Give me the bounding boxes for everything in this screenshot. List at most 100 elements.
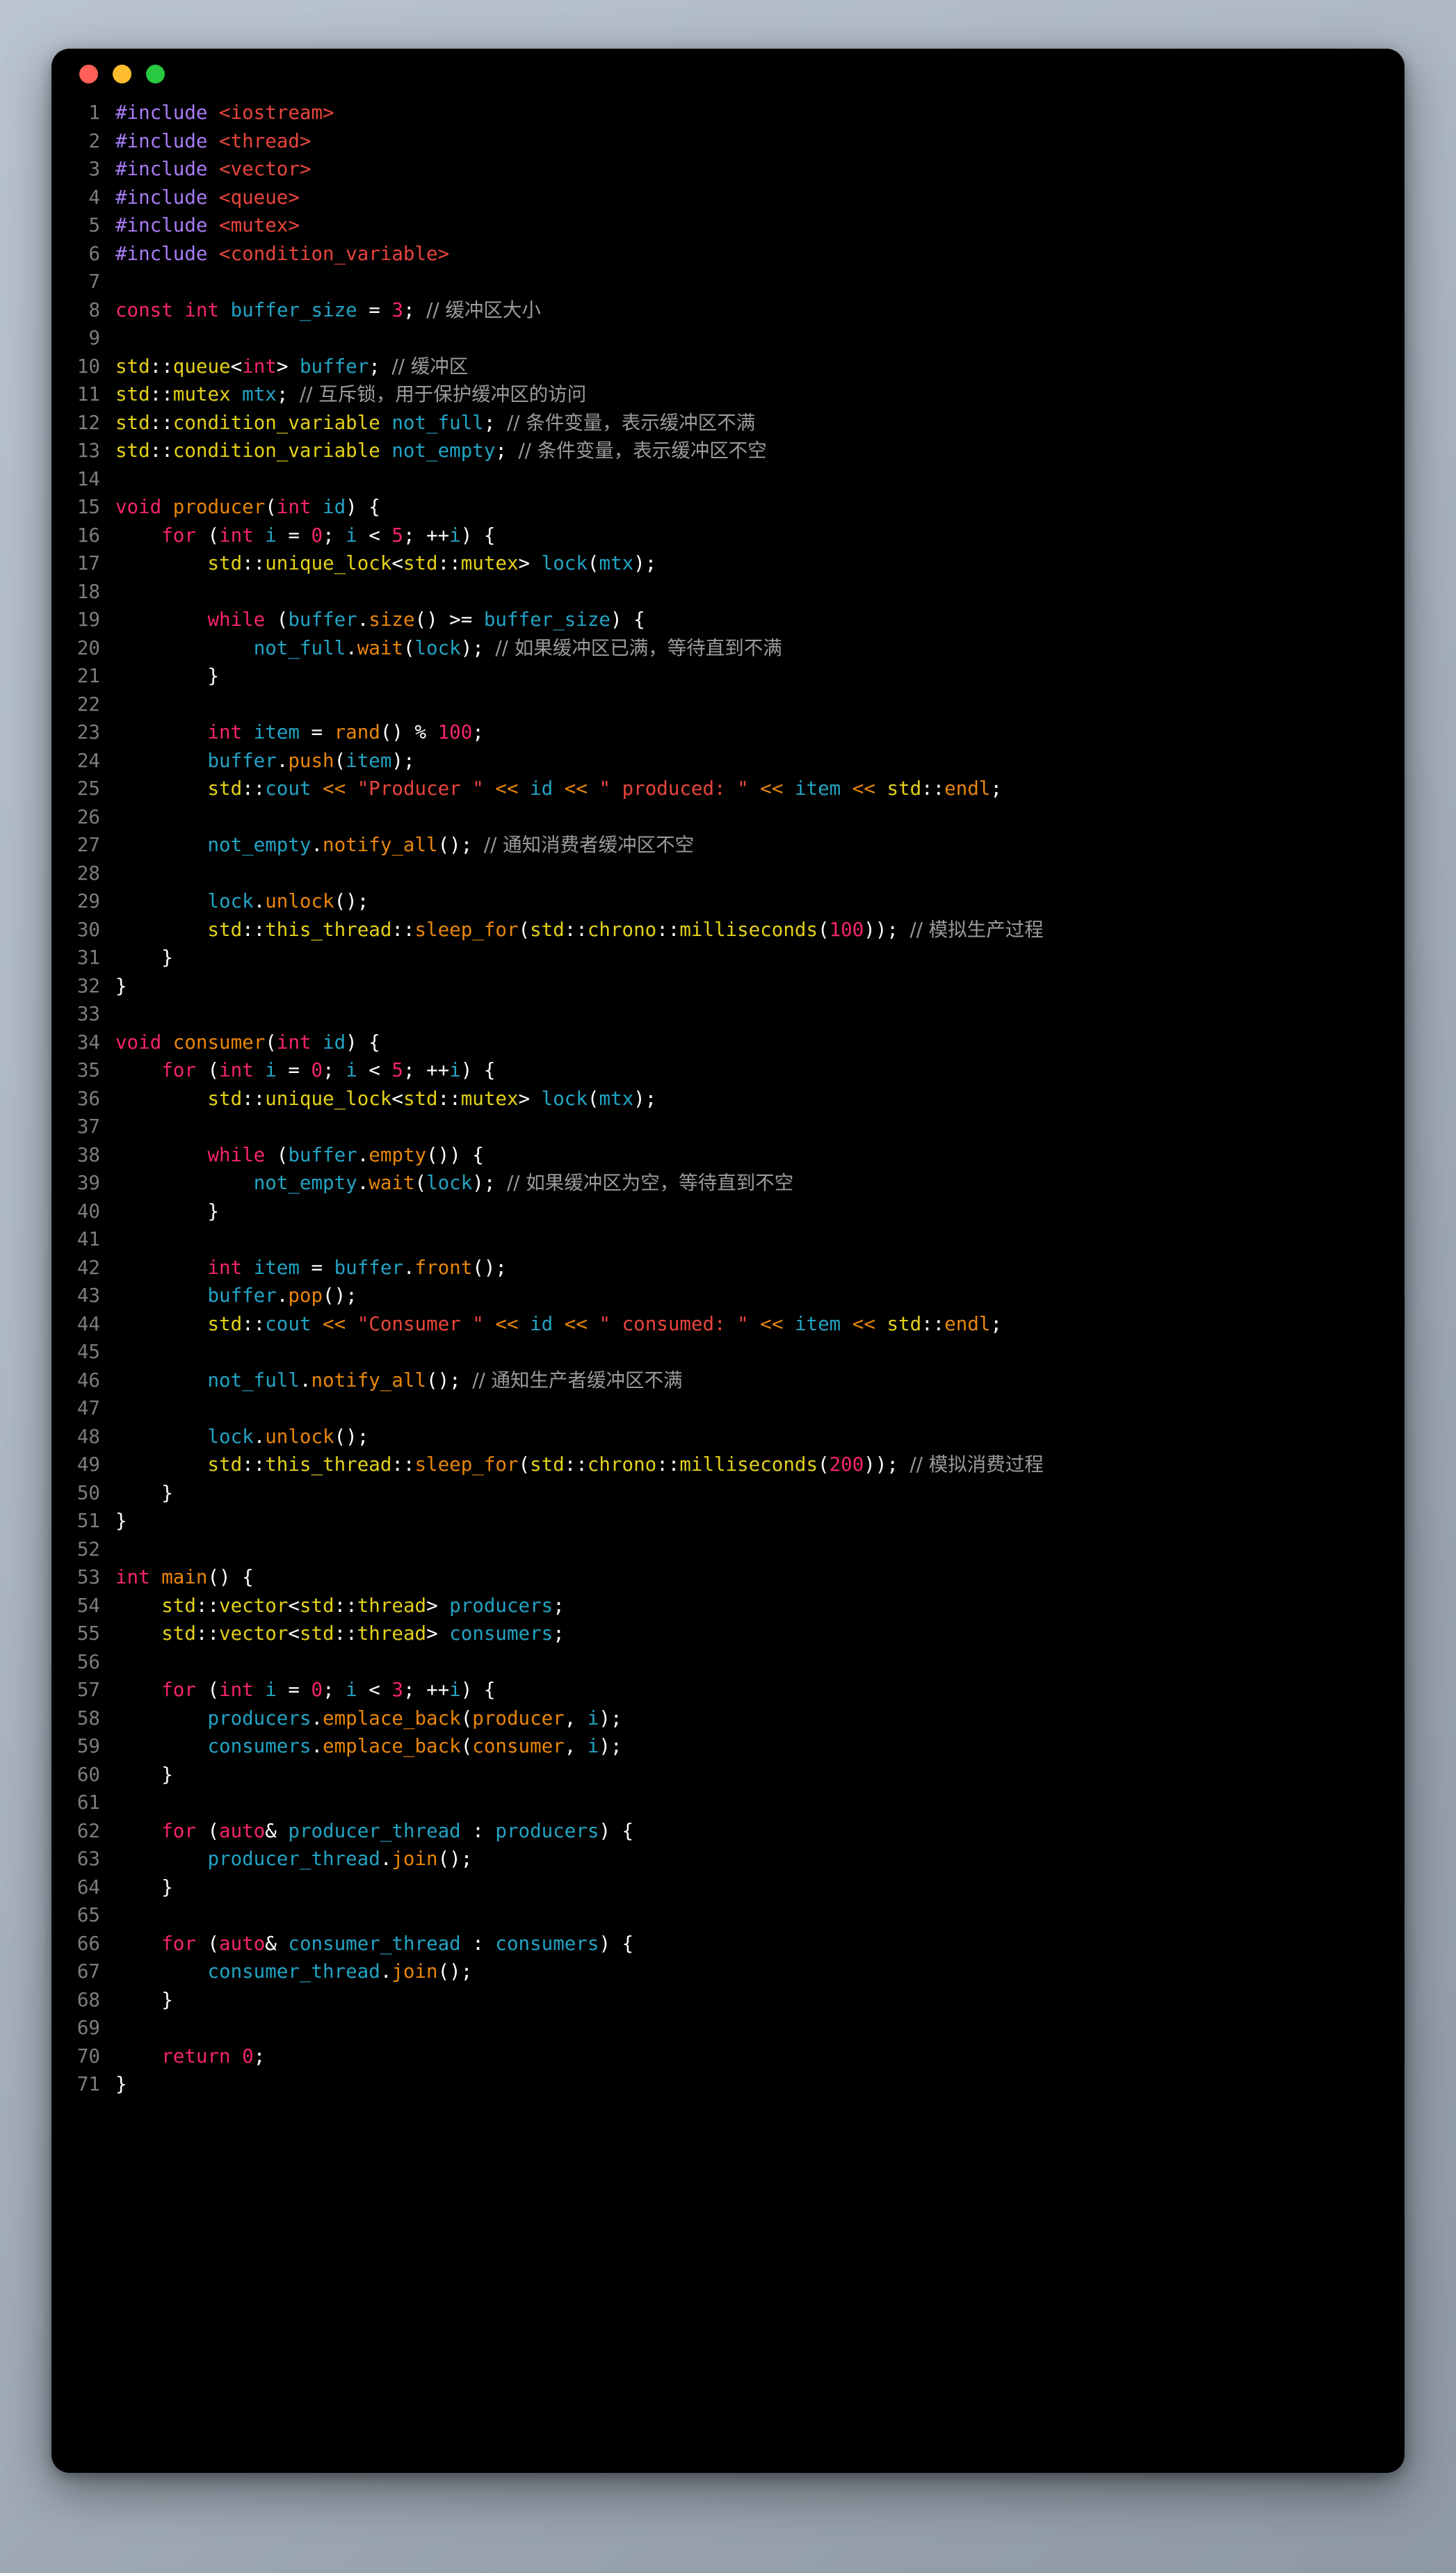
token: ) {: [346, 496, 380, 518]
code-line[interactable]: 52: [51, 1535, 1405, 1564]
code-line[interactable]: 53 int main() {: [51, 1563, 1405, 1592]
token: ;: [495, 439, 507, 462]
code-line[interactable]: 34 void consumer(int id) {: [51, 1029, 1405, 1057]
code-line[interactable]: 10 std::queue<int> buffer; // 缓冲区: [51, 353, 1405, 381]
token: (: [265, 608, 289, 631]
code-line[interactable]: 11 std::mutex mtx; // 互斥锁，用于保护缓冲区的访问: [51, 380, 1405, 409]
code-line[interactable]: 22: [51, 691, 1405, 719]
token: ();: [426, 1369, 461, 1392]
code-line[interactable]: 14: [51, 465, 1405, 494]
line-number: 22: [76, 693, 100, 716]
code-line[interactable]: 13 std::condition_variable not_empty; // …: [51, 437, 1405, 465]
code-line[interactable]: 36 std::unique_lock<std::mutex> lock(mtx…: [51, 1085, 1405, 1113]
code-line[interactable]: 16 for (int i = 0; i < 5; ++i) {: [51, 522, 1405, 550]
code-line[interactable]: 15 void producer(int id) {: [51, 493, 1405, 522]
token: queue: [172, 355, 231, 378]
code-line[interactable]: 43 buffer.pop();: [51, 1282, 1405, 1310]
token: buffer_size: [483, 608, 610, 631]
code-line[interactable]: 47: [51, 1394, 1405, 1423]
code-line[interactable]: 70 return 0;: [51, 2042, 1405, 2071]
token: >: [518, 1087, 542, 1110]
code-line[interactable]: 57 for (int i = 0; i < 3; ++i) {: [51, 1676, 1405, 1704]
code-line[interactable]: 33: [51, 1000, 1405, 1029]
code-line[interactable]: 26: [51, 803, 1405, 832]
minimize-button[interactable]: [113, 64, 131, 83]
code-line[interactable]: 17 std::unique_lock<std::mutex> lock(mtx…: [51, 549, 1405, 578]
code-line[interactable]: 64 }: [51, 1873, 1405, 1902]
code-line[interactable]: 21 }: [51, 662, 1405, 691]
code-line[interactable]: 69: [51, 2014, 1405, 2042]
code-line[interactable]: 48 lock.unlock();: [51, 1423, 1405, 1451]
token: lock: [541, 552, 588, 574]
code-line[interactable]: 60 }: [51, 1761, 1405, 1789]
code-line[interactable]: 50 }: [51, 1479, 1405, 1508]
code-line[interactable]: 5 #include <mutex>: [51, 211, 1405, 240]
code-line[interactable]: 23 int item = rand() % 100;: [51, 718, 1405, 747]
code-line[interactable]: 2 #include <thread>: [51, 127, 1405, 156]
code-line[interactable]: 66 for (auto& consumer_thread : consumer…: [51, 1930, 1405, 1958]
code-line[interactable]: 29 lock.unlock();: [51, 887, 1405, 916]
code-line[interactable]: 42 int item = buffer.front();: [51, 1254, 1405, 1282]
code-line[interactable]: 49 std::this_thread::sleep_for(std::chro…: [51, 1451, 1405, 1479]
maximize-button[interactable]: [146, 64, 165, 83]
code-line[interactable]: 31 }: [51, 944, 1405, 972]
code-line[interactable]: 38 while (buffer.empty()) {: [51, 1141, 1405, 1170]
code-line[interactable]: 12 std::condition_variable not_full; // 条…: [51, 409, 1405, 437]
code-line[interactable]: 39 not_empty.wait(lock); // 如果缓冲区为空，等待直到…: [51, 1169, 1405, 1197]
code-content[interactable]: 1 #include <iostream> 2 #include <thread> 3 #…: [51, 99, 1405, 2473]
code-line[interactable]: 25 std::cout << "Producer " << id << " p…: [51, 775, 1405, 803]
token: lock: [414, 636, 461, 659]
code-line[interactable]: 40 }: [51, 1197, 1405, 1226]
code-line-text: }: [115, 1761, 1405, 1789]
close-button[interactable]: [79, 64, 98, 83]
code-line[interactable]: 30 std::this_thread::sleep_for(std::chro…: [51, 916, 1405, 944]
code-line[interactable]: 61: [51, 1789, 1405, 1817]
code-line[interactable]: 32}: [51, 972, 1405, 1001]
code-line-text: buffer.pop();: [115, 1282, 1405, 1310]
code-line[interactable]: 56: [51, 1648, 1405, 1677]
token: condition_variable: [172, 439, 380, 462]
code-line[interactable]: 59 consumers.emplace_back(consumer, i);: [51, 1732, 1405, 1761]
code-line[interactable]: 67 consumer_thread.join();: [51, 1958, 1405, 1986]
line-number: 29: [76, 890, 100, 912]
code-line[interactable]: 6 #include <condition_variable>: [51, 240, 1405, 268]
token: ;: [323, 1059, 346, 1081]
code-line[interactable]: 18: [51, 578, 1405, 606]
code-line[interactable]: 37: [51, 1113, 1405, 1141]
code-line[interactable]: 65: [51, 1901, 1405, 1930]
code-line[interactable]: 35 for (int i = 0; i < 5; ++i) {: [51, 1056, 1405, 1085]
code-line[interactable]: 55 std::vector<std::thread> consumers;: [51, 1620, 1405, 1648]
code-line[interactable]: 9: [51, 324, 1405, 353]
code-line[interactable]: 19 while (buffer.size() >= buffer_size) …: [51, 606, 1405, 634]
code-line[interactable]: 44 std::cout << "Consumer " << id << " c…: [51, 1310, 1405, 1339]
code-line[interactable]: 28: [51, 860, 1405, 888]
token: 0: [311, 1679, 323, 1701]
code-line[interactable]: 24 buffer.push(item);: [51, 747, 1405, 775]
code-line[interactable]: 3 #include <vector>: [51, 155, 1405, 184]
code-line[interactable]: 51}: [51, 1507, 1405, 1535]
token: id: [323, 496, 346, 518]
code-line[interactable]: 4 #include <queue>: [51, 184, 1405, 212]
code-line[interactable]: 63 producer_thread.join();: [51, 1845, 1405, 1873]
token: <iostream>: [219, 102, 334, 124]
code-line[interactable]: 7: [51, 268, 1405, 296]
code-line[interactable]: 20 not_full.wait(lock); // 如果缓冲区已满，等待直到不…: [51, 634, 1405, 663]
code-line[interactable]: 45: [51, 1338, 1405, 1366]
code-line[interactable]: 71}: [51, 2070, 1405, 2099]
code-line[interactable]: 1 #include <iostream>: [51, 99, 1405, 127]
token: i: [587, 1735, 599, 1757]
code-line[interactable]: 62 for (auto& producer_thread : producer…: [51, 1817, 1405, 1846]
code-line[interactable]: 27 not_empty.notify_all(); // 通知消费者缓冲区不空: [51, 831, 1405, 860]
code-line[interactable]: 41: [51, 1225, 1405, 1254]
code-line[interactable]: 58 producers.emplace_back(producer, i);: [51, 1704, 1405, 1733]
line-number: 24: [76, 749, 100, 772]
code-line[interactable]: 54 std::vector<std::thread> producers;: [51, 1592, 1405, 1620]
token: ::: [242, 1087, 266, 1110]
code-line[interactable]: 46 not_full.notify_all(); // 通知生产者缓冲区不满: [51, 1366, 1405, 1395]
token: <<: [760, 1312, 784, 1335]
code-line[interactable]: 8 const int buffer_size = 3; // 缓冲区大小: [51, 296, 1405, 325]
code-line[interactable]: 68 }: [51, 1986, 1405, 2015]
